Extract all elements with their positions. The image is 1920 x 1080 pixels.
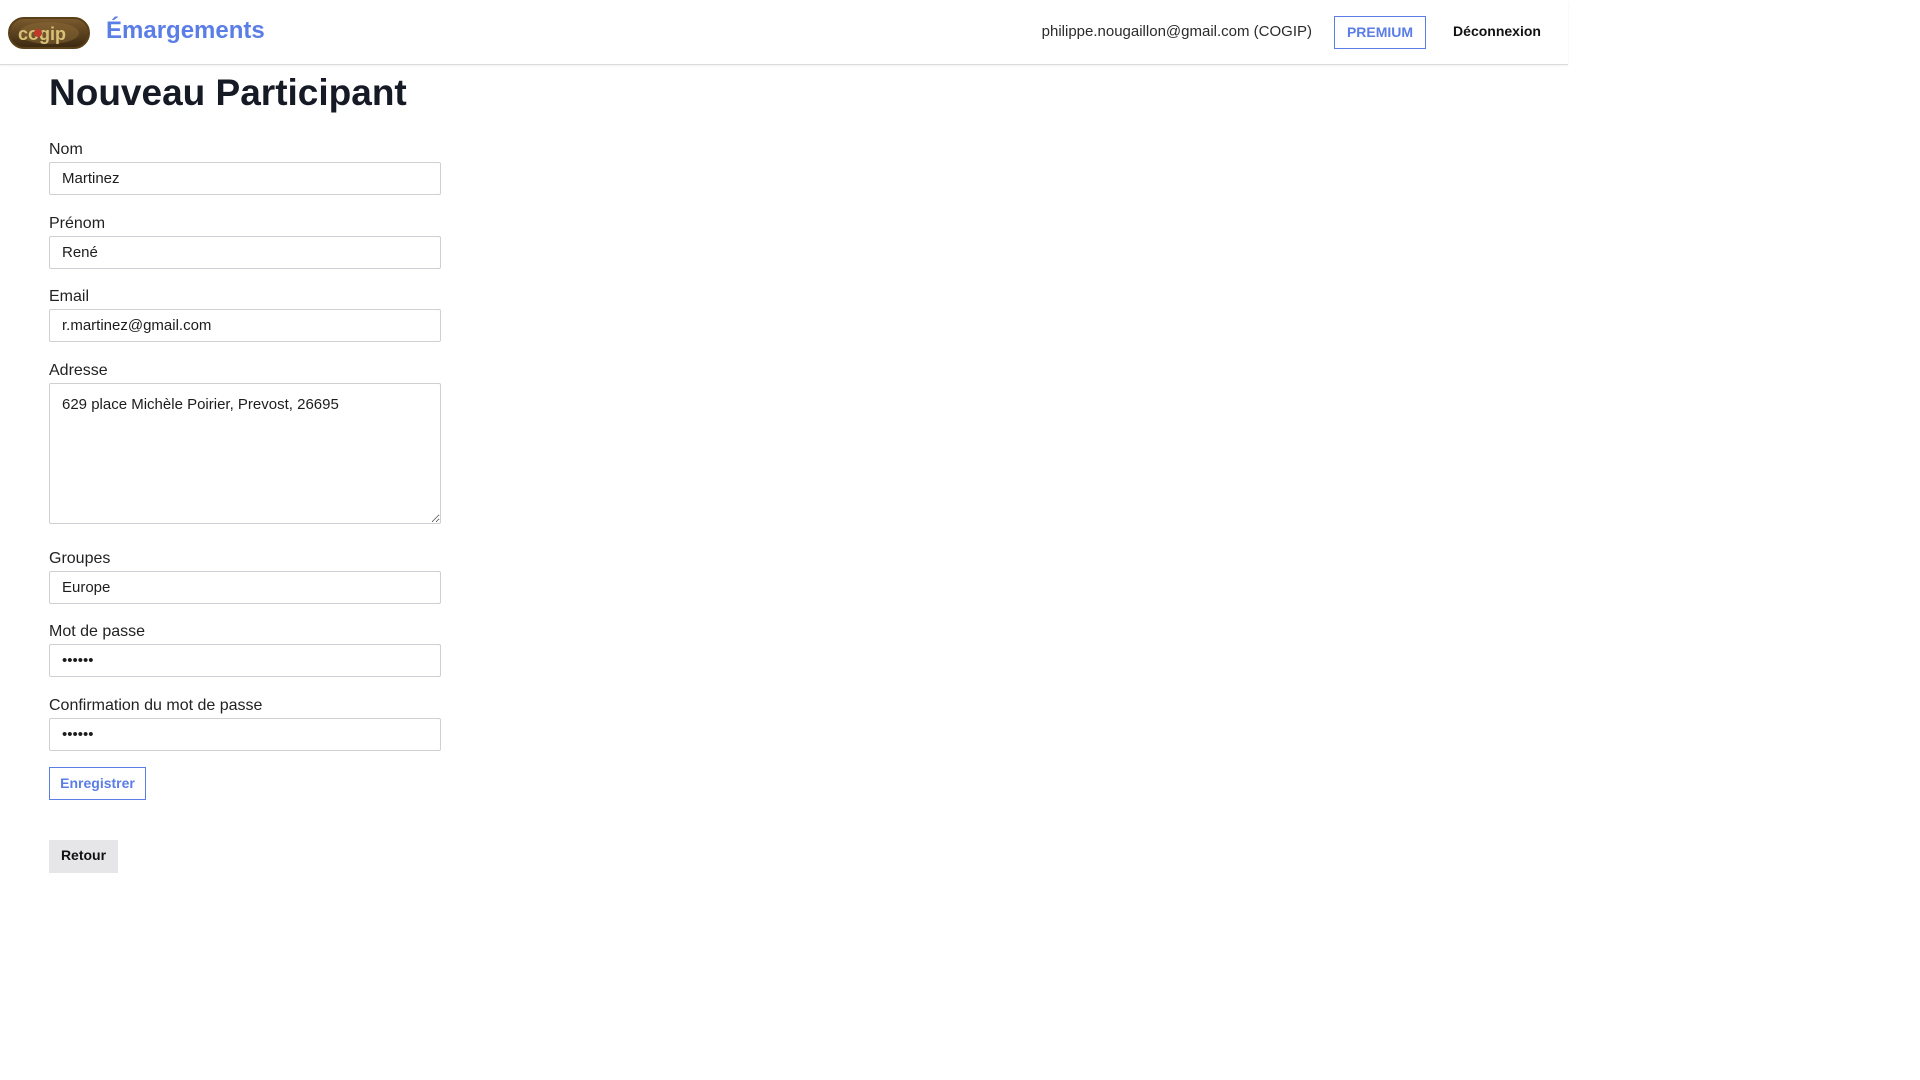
nom-label: Nom — [49, 141, 83, 158]
save-button[interactable]: Enregistrer — [49, 767, 146, 800]
email-label: Email — [49, 288, 90, 305]
back-button[interactable]: Retour — [49, 840, 118, 873]
top-navbar: cogip Émargements philippe.nougaillon@gm… — [0, 0, 1568, 65]
app-title[interactable]: Émargements — [106, 14, 265, 48]
prenom-label: Prénom — [49, 215, 106, 232]
adresse-textarea[interactable]: 629 place Michèle Poirier, Prevost, 2669… — [49, 383, 441, 524]
groupes-label: Groupes — [49, 550, 111, 567]
password-input[interactable] — [49, 644, 441, 677]
logout-button[interactable]: Déconnexion — [1444, 16, 1550, 49]
email-input[interactable] — [49, 309, 441, 342]
cogip-logo[interactable]: cogip — [8, 17, 90, 49]
password-label: Mot de passe — [49, 623, 146, 640]
prenom-input[interactable] — [49, 236, 441, 269]
adresse-label: Adresse — [49, 362, 108, 379]
cogip-logo-icon: cogip — [18, 22, 79, 44]
password-confirmation-label: Confirmation du mot de passe — [49, 697, 263, 714]
page-title: Nouveau Participant — [49, 72, 407, 113]
password-confirmation-input[interactable] — [49, 718, 441, 751]
cogip-logo-text: cogip — [18, 24, 66, 44]
premium-button[interactable]: PREMIUM — [1334, 16, 1426, 49]
groupes-input[interactable] — [49, 571, 441, 604]
user-email: philippe.nougaillon@gmail.com (COGIP) — [1041, 23, 1312, 40]
nom-input[interactable] — [49, 162, 441, 195]
